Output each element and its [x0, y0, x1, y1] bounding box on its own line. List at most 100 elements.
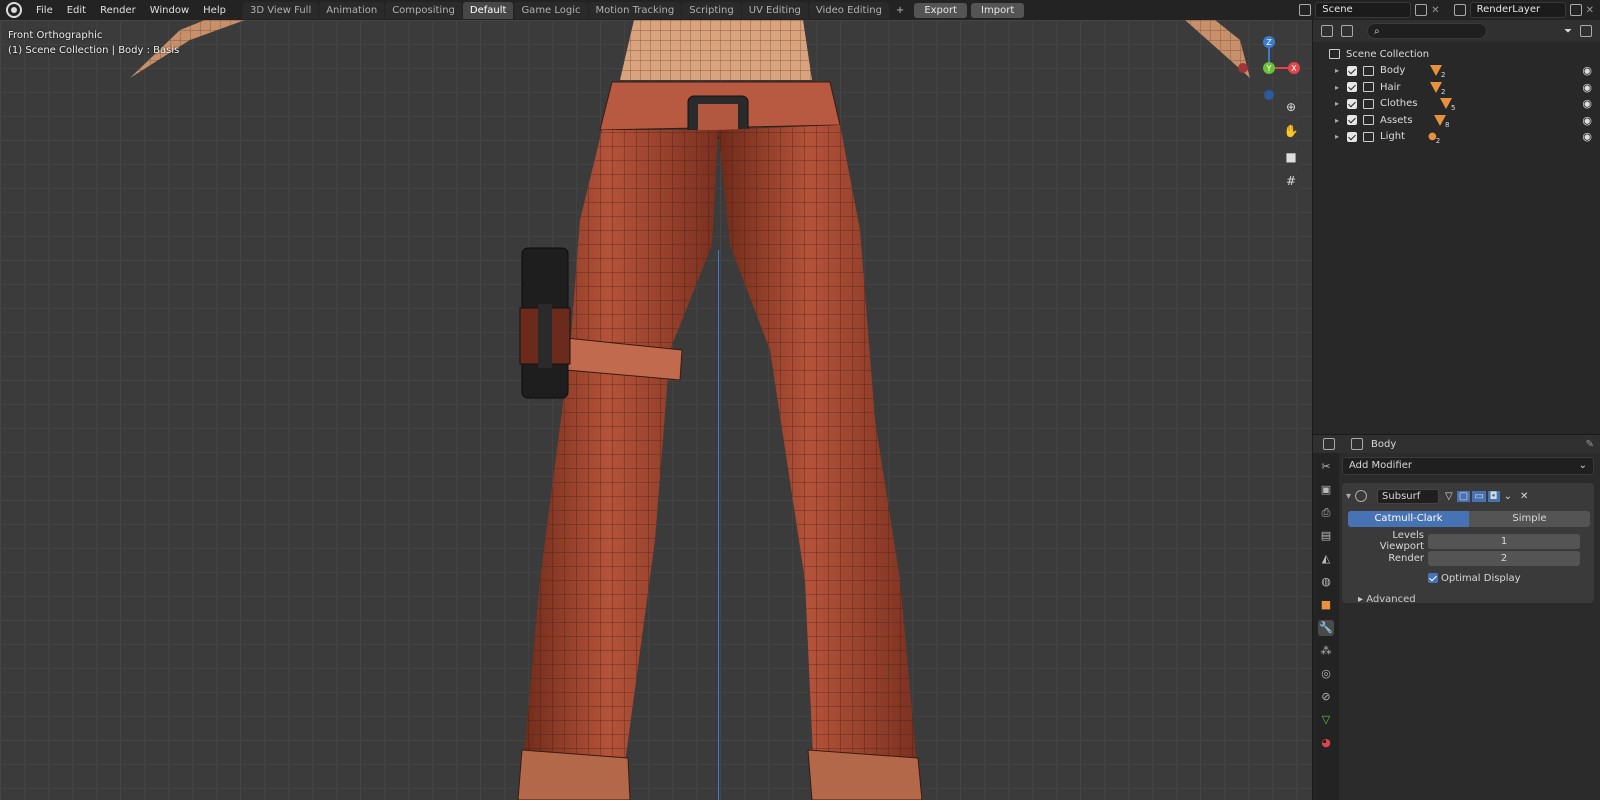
simple-button[interactable]: Simple: [1469, 511, 1590, 527]
tab-animation[interactable]: Animation: [319, 1, 385, 19]
view-layer-field[interactable]: RenderLayer: [1469, 2, 1566, 18]
object-icon: [1351, 438, 1363, 450]
tab-video-editing[interactable]: Video Editing: [808, 1, 889, 19]
visibility-eye-icon[interactable]: ◉: [1582, 97, 1592, 110]
exclude-checkbox[interactable]: [1347, 65, 1357, 76]
optimal-display-checkbox[interactable]: [1428, 573, 1438, 583]
menu-file[interactable]: File: [29, 5, 60, 16]
render-tab-icon[interactable]: ▣: [1318, 482, 1334, 498]
on-cage-icon[interactable]: ▽: [1445, 491, 1453, 502]
zoom-icon[interactable]: ⊕: [1280, 96, 1302, 118]
collection-icon: [1363, 131, 1374, 142]
physics-tab-icon[interactable]: ◎: [1318, 666, 1334, 682]
collection-name: Hair: [1380, 81, 1401, 93]
import-button[interactable]: Import: [971, 2, 1025, 18]
add-modifier-dropdown[interactable]: Add Modifier ⌄: [1342, 457, 1594, 475]
tab-compositing[interactable]: Compositing: [385, 1, 462, 19]
catmull-clark-button[interactable]: Catmull-Clark: [1348, 511, 1469, 527]
output-tab-icon[interactable]: ⎙: [1318, 505, 1334, 521]
render-display-icon[interactable]: ◘: [1487, 490, 1500, 502]
new-collection-icon[interactable]: [1580, 25, 1592, 37]
properties-editor: Body ✎ ✂ ▣ ⎙ ▤ ◭ ◍ ■ 🔧 ⁂ ◎ ⊘ ▽ ◕ Add Mod…: [1312, 434, 1600, 800]
viewport-display-icon[interactable]: ▭: [1472, 490, 1486, 502]
tab-default[interactable]: Default: [462, 1, 514, 19]
outliner-row-light[interactable]: ▸ Light ● 2 ◉: [1329, 129, 1600, 145]
grid-icon[interactable]: #: [1280, 170, 1302, 192]
view-layer-icon[interactable]: [1453, 4, 1466, 16]
new-scene-icon[interactable]: [1415, 4, 1428, 16]
view-layer-tab-icon[interactable]: ▤: [1318, 528, 1334, 544]
object-tab-icon[interactable]: ■: [1318, 597, 1334, 613]
collapse-arrow-icon[interactable]: ▾: [1346, 491, 1351, 502]
expand-arrow-icon[interactable]: ▸: [1335, 66, 1345, 75]
display-mode-icon[interactable]: [1341, 25, 1353, 37]
visibility-eye-icon[interactable]: ◉: [1582, 114, 1592, 127]
visibility-eye-icon[interactable]: ◉: [1582, 81, 1592, 94]
tab-game-logic[interactable]: Game Logic: [514, 1, 588, 19]
collection-name: Clothes: [1380, 98, 1418, 110]
navigation-gizmo[interactable]: Z Y X: [1238, 28, 1308, 108]
scene-collection-row[interactable]: Scene Collection: [1329, 46, 1600, 63]
pan-hand-icon[interactable]: ✋: [1280, 120, 1302, 142]
scene-collection-label: Scene Collection: [1346, 48, 1430, 60]
left-boot: [517, 749, 631, 800]
editor-type-icon[interactable]: [1323, 438, 1335, 450]
pin-icon[interactable]: ✎: [1586, 439, 1594, 450]
scene-tab-icon[interactable]: ◭: [1318, 551, 1334, 567]
visibility-eye-icon[interactable]: ◉: [1582, 64, 1592, 77]
constraints-tab-icon[interactable]: ⊘: [1318, 689, 1334, 705]
collection-name: Assets: [1380, 114, 1413, 126]
subdivision-type-toggle: Catmull-Clark Simple: [1348, 511, 1590, 527]
modifier-tab-icon[interactable]: 🔧: [1318, 620, 1334, 636]
exclude-checkbox[interactable]: [1347, 131, 1357, 142]
expand-arrow-icon[interactable]: ▸: [1335, 132, 1345, 141]
tab-uv-editing[interactable]: UV Editing: [741, 1, 808, 19]
menu-window[interactable]: Window: [143, 5, 196, 16]
filter-icon[interactable]: ⏷: [1564, 26, 1572, 37]
data-tab-icon[interactable]: ▽: [1318, 712, 1334, 728]
exclude-checkbox[interactable]: [1347, 98, 1357, 109]
scene-icon[interactable]: [1299, 4, 1312, 16]
edit-mode-icon[interactable]: ▢: [1456, 490, 1471, 502]
outliner-row-clothes[interactable]: ▸ Clothes 5 ◉: [1329, 96, 1600, 112]
render-levels-field[interactable]: 2: [1428, 550, 1580, 566]
modifier-menu-chevron-icon[interactable]: ⌄: [1504, 491, 1512, 502]
menu-render[interactable]: Render: [93, 5, 143, 16]
3d-viewport[interactable]: Front Orthographic (1) Scene Collection …: [0, 20, 1312, 800]
right-boot: [807, 749, 923, 800]
export-button[interactable]: Export: [914, 2, 968, 18]
exclude-checkbox[interactable]: [1347, 115, 1357, 126]
material-tab-icon[interactable]: ◕: [1318, 735, 1334, 751]
new-view-layer-icon[interactable]: [1569, 4, 1582, 16]
remove-view-layer-icon[interactable]: ✕: [1586, 5, 1594, 16]
outliner-search-input[interactable]: ⌕: [1367, 23, 1487, 39]
tool-tab-icon[interactable]: ✂: [1318, 459, 1334, 475]
outliner-row-hair[interactable]: ▸ Hair 2 ◉: [1329, 79, 1600, 96]
particles-tab-icon[interactable]: ⁂: [1318, 643, 1334, 659]
outliner: ⌕ ⏷ Scene Collection ▸ Body 2 ◉ ▸ Hair 2…: [1312, 20, 1600, 434]
scene-field[interactable]: Scene: [1315, 2, 1412, 18]
tab-scripting[interactable]: Scripting: [682, 1, 741, 19]
remove-scene-icon[interactable]: ✕: [1431, 5, 1439, 16]
advanced-section[interactable]: ▸ Advanced: [1346, 594, 1590, 605]
remove-modifier-icon[interactable]: ✕: [1520, 491, 1528, 502]
outliner-row-assets[interactable]: ▸ Assets 8 ◉: [1329, 112, 1600, 129]
tab-3d-view-full[interactable]: 3D View Full: [242, 1, 319, 19]
visibility-eye-icon[interactable]: ◉: [1582, 130, 1592, 143]
add-workspace-icon[interactable]: +: [890, 5, 910, 16]
editor-type-icon[interactable]: [1321, 25, 1333, 37]
menu-edit[interactable]: Edit: [60, 5, 93, 16]
modifier-name-field[interactable]: Subsurf: [1377, 488, 1440, 504]
exclude-checkbox[interactable]: [1347, 82, 1357, 93]
camera-icon[interactable]: ■: [1280, 146, 1302, 168]
outliner-row-body[interactable]: ▸ Body 2 ◉: [1329, 63, 1600, 79]
outliner-header: ⌕ ⏷: [1313, 20, 1600, 42]
menu-help[interactable]: Help: [196, 5, 233, 16]
levels-viewport-field[interactable]: 1: [1428, 533, 1580, 549]
tab-motion-tracking[interactable]: Motion Tracking: [588, 1, 682, 19]
expand-arrow-icon[interactable]: ▸: [1335, 99, 1345, 108]
world-tab-icon[interactable]: ◍: [1318, 574, 1334, 590]
expand-arrow-icon[interactable]: ▸: [1335, 116, 1345, 125]
blender-logo-icon[interactable]: [6, 2, 22, 18]
expand-arrow-icon[interactable]: ▸: [1335, 83, 1345, 92]
